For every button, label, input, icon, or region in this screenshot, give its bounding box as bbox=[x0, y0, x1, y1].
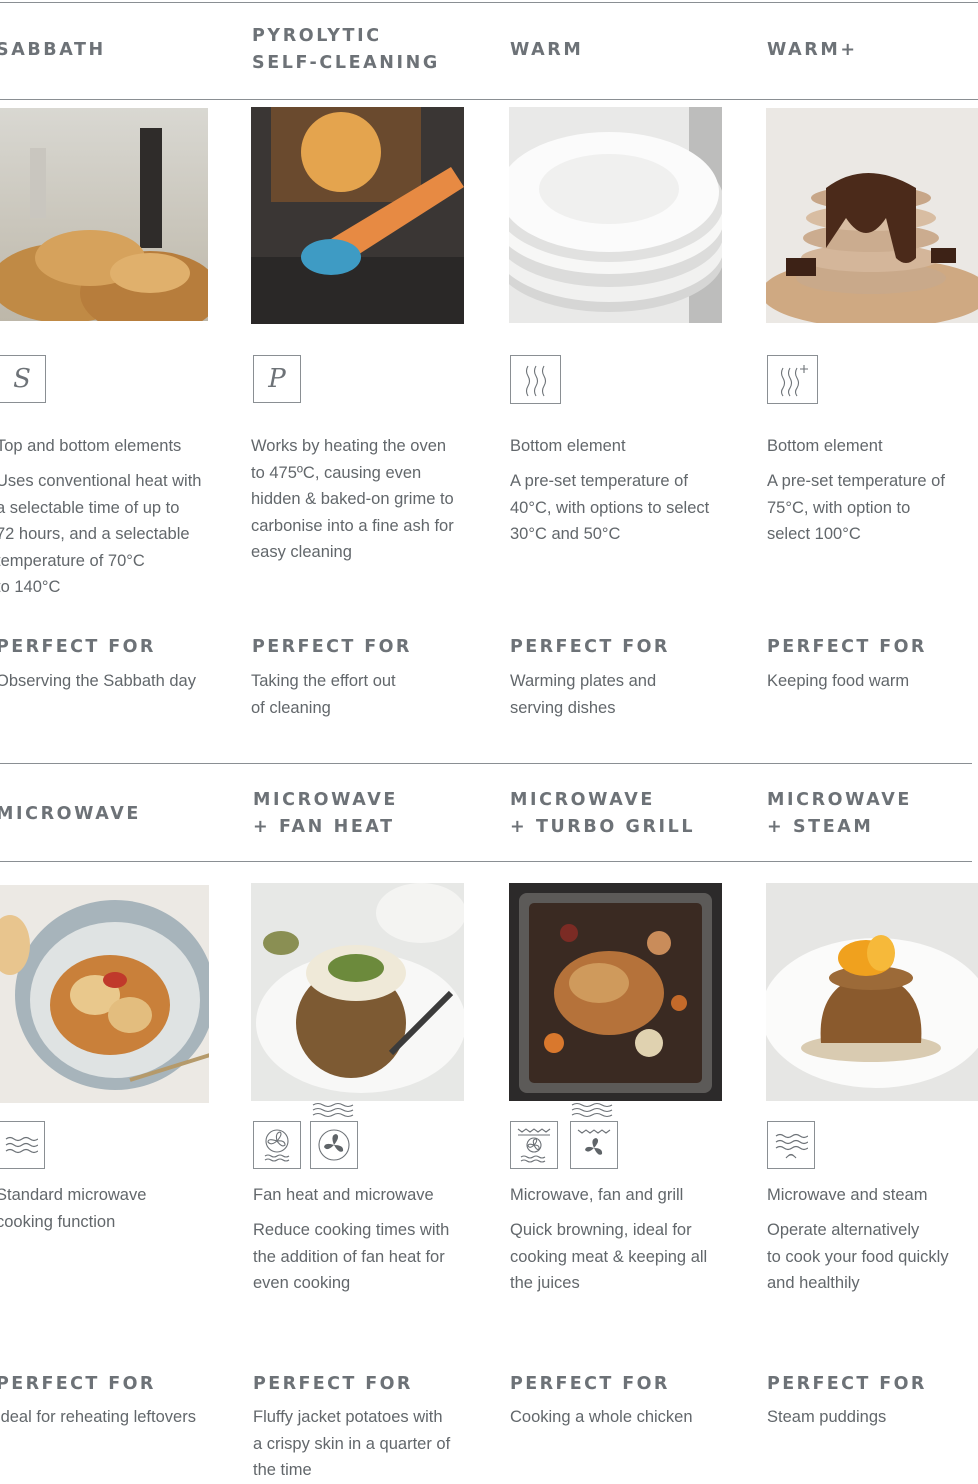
perfect-for-text: Warming plates and serving dishes bbox=[510, 672, 657, 717]
perfect-for-heading: PERFECT FOR bbox=[253, 1374, 413, 1394]
feature-description: Works by heating the oven to 475ºC, caus… bbox=[251, 437, 454, 561]
grill-fan-heat-icon bbox=[510, 1121, 558, 1169]
perfect-for-heading: PERFECT FOR bbox=[767, 637, 927, 657]
perfect-for-text: Ideal for reheating leftovers bbox=[0, 1408, 196, 1426]
feature-title: SABBATH bbox=[0, 39, 106, 60]
feature-title: MICROWAVE bbox=[0, 803, 141, 824]
feature-photo-steam-pudding bbox=[766, 883, 978, 1101]
feature-subtitle: Standard microwave cooking function bbox=[0, 1186, 147, 1231]
feature-photo-pancakes bbox=[766, 108, 978, 323]
perfect-for-text: Taking the effort out of cleaning bbox=[251, 672, 396, 717]
perfect-for-heading: PERFECT FOR bbox=[767, 1374, 927, 1394]
feature-title: WARM bbox=[510, 39, 584, 60]
microwave-waves-indicator-icon bbox=[312, 1102, 354, 1118]
fan-icon bbox=[310, 1121, 358, 1169]
feature-subtitle: Microwave and steam bbox=[767, 1186, 928, 1204]
feature-description: Quick browning, ideal for cooking meat &… bbox=[510, 1221, 708, 1292]
warm-plus-heat-waves-icon bbox=[767, 355, 818, 404]
microwave-steam-icon bbox=[767, 1121, 815, 1169]
feature-description: Uses conventional heat with a selectable… bbox=[0, 472, 202, 596]
feature-photo-jacket-potato bbox=[251, 883, 464, 1101]
feature-subtitle: Bottom element bbox=[510, 437, 626, 455]
feature-subtitle: Microwave, fan and grill bbox=[510, 1186, 684, 1204]
feature-photo-roast-chicken bbox=[509, 883, 722, 1101]
feature-title: MICROWAVE + TURBO GRILL bbox=[510, 790, 696, 837]
microwave-icon bbox=[0, 1121, 45, 1169]
feature-description: Reduce cooking times with the addition o… bbox=[253, 1221, 450, 1292]
turbo-grill-icon bbox=[570, 1121, 618, 1169]
feature-subtitle: Bottom element bbox=[767, 437, 883, 455]
perfect-for-heading: PERFECT FOR bbox=[252, 637, 412, 657]
perfect-for-text: Steam puddings bbox=[767, 1408, 887, 1426]
feature-description: A pre-set temperature of 75°C, with opti… bbox=[767, 472, 945, 543]
perfect-for-heading: PERFECT FOR bbox=[510, 1374, 670, 1394]
divider-row2-header bbox=[0, 861, 972, 862]
feature-title: MICROWAVE + FAN HEAT bbox=[253, 790, 398, 837]
divider-top bbox=[0, 2, 978, 3]
pyrolytic-p-icon: P bbox=[253, 355, 301, 403]
feature-description: Operate alternatively to cook your food … bbox=[767, 1221, 949, 1292]
perfect-for-heading: PERFECT FOR bbox=[0, 637, 156, 657]
feature-title: PYROLYTIC SELF-CLEANING bbox=[252, 26, 440, 73]
feature-photo-plates bbox=[509, 107, 722, 323]
feature-photo-dumplings bbox=[0, 885, 209, 1103]
microwave-waves-indicator-icon bbox=[571, 1102, 613, 1118]
perfect-for-text: Keeping food warm bbox=[767, 672, 910, 690]
perfect-for-heading: PERFECT FOR bbox=[510, 637, 670, 657]
divider-row1-header bbox=[0, 99, 978, 100]
sabbath-s-icon: S bbox=[0, 355, 46, 403]
icon-letter: S bbox=[13, 364, 31, 394]
feature-subtitle: Fan heat and microwave bbox=[253, 1186, 434, 1204]
perfect-for-heading: PERFECT FOR bbox=[0, 1374, 156, 1394]
feature-description: A pre-set temperature of 40°C, with opti… bbox=[510, 472, 710, 543]
perfect-for-text: Observing the Sabbath day bbox=[0, 672, 196, 690]
perfect-for-text: Cooking a whole chicken bbox=[510, 1408, 693, 1426]
perfect-for-text: Fluffy jacket potatoes with a crispy ski… bbox=[253, 1408, 451, 1479]
feature-title: WARM+ bbox=[767, 39, 858, 60]
feature-photo-oven-cleaning bbox=[251, 107, 464, 324]
warm-heat-waves-icon bbox=[510, 355, 561, 404]
fan-heat-icon bbox=[253, 1121, 301, 1169]
feature-photo-bread bbox=[0, 108, 208, 321]
feature-title: MICROWAVE + STEAM bbox=[767, 790, 912, 837]
divider-row-separator bbox=[0, 763, 972, 764]
icon-letter: P bbox=[268, 364, 286, 394]
feature-subtitle: Top and bottom elements bbox=[0, 437, 182, 455]
